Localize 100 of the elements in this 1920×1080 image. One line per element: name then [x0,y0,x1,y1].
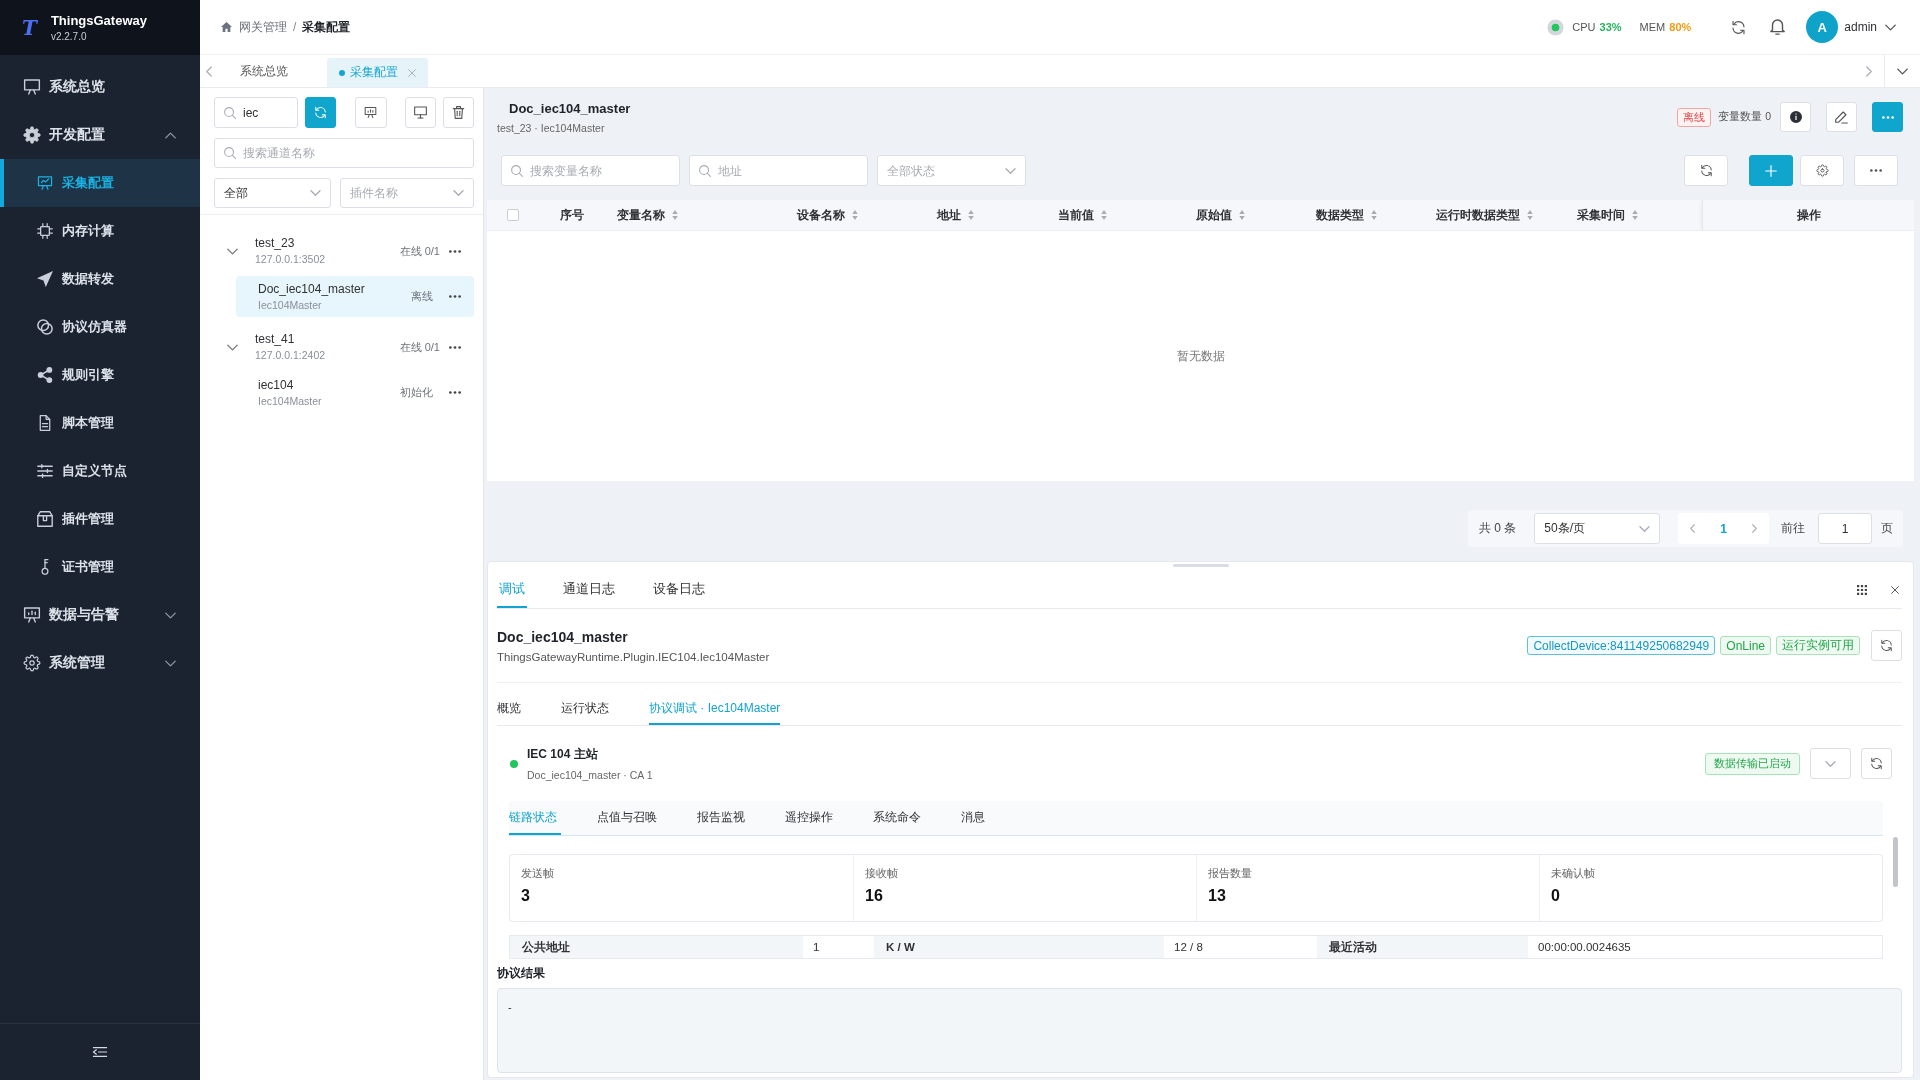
menu-item[interactable]: 数据转发 [0,255,200,303]
chevron-down-icon[interactable] [227,247,238,255]
close-icon[interactable] [1891,586,1899,594]
sort-icon[interactable] [852,210,858,220]
user-name[interactable]: admin [1844,20,1877,34]
search-icon [224,147,236,159]
edit-button[interactable] [1826,102,1857,132]
stat-value: 3 [521,887,530,905]
more-icon[interactable] [449,345,461,349]
result-output: - [497,988,1902,1073]
sort-icon[interactable] [1632,210,1638,220]
delete-button[interactable] [443,97,474,128]
device-name[interactable]: iec104 [258,377,294,392]
sort-icon[interactable] [1527,210,1533,220]
chevron-left-icon[interactable] [1690,524,1696,533]
section-tab[interactable]: 运行状态 [561,693,609,725]
channel-name[interactable]: test_41 [255,332,295,346]
column-header[interactable]: 地址 [925,200,1046,230]
total-count: 共 0 条 [1478,520,1517,537]
column-header[interactable]: 变量名称 [605,200,785,230]
package-icon [37,511,53,527]
chevron-down-icon[interactable] [1897,67,1908,75]
address-search-field[interactable]: 地址 [689,155,868,186]
resize-handle[interactable] [1172,564,1229,567]
monitor-button[interactable] [404,97,437,128]
link-tab[interactable]: 遥控操作 [785,801,837,835]
refresh-icon[interactable] [1731,19,1747,35]
search-icon [511,164,523,177]
column-header[interactable]: 运行时数据类型 [1424,200,1565,230]
chevron-down-icon[interactable] [227,343,238,351]
panel-tab[interactable]: 通道日志 [561,572,617,608]
plugin-select[interactable]: 插件名称 [340,178,474,208]
menu-item[interactable]: 协议仿真器 [0,303,200,351]
sort-icon[interactable] [672,210,678,220]
page-input[interactable]: 1 [1818,513,1872,544]
column-header[interactable]: 采集时间 [1565,200,1702,230]
select-all-checkbox[interactable] [507,209,519,221]
channel-search-field[interactable]: 搜索通道名称 [214,138,474,168]
menu-item[interactable]: 自定义节点 [0,447,200,495]
trash-icon [452,106,466,119]
column-header[interactable]: 原始值 [1184,200,1304,230]
link-tab[interactable]: 系统命令 [873,801,925,835]
more-icon[interactable] [449,295,461,298]
device-plugin: Iec104Master [258,298,322,312]
refresh-button[interactable] [305,97,336,128]
type-select[interactable]: 全部 [214,178,331,208]
search-field[interactable]: iec [214,97,298,128]
app-name: ThingsGateway [50,12,147,28]
panel-tab[interactable]: 设备日志 [651,572,707,608]
empty-message: 暂无数据 [1176,347,1225,365]
link-tab[interactable]: 点值与召唤 [597,801,661,835]
page-size-select[interactable]: 50条/页 [1534,513,1661,544]
refresh-icon [1699,164,1713,177]
column-header[interactable]: 设备名称 [785,200,925,230]
scrollbar[interactable] [1893,837,1898,887]
info-button[interactable] [1780,102,1811,132]
device-status: 离线 [411,289,433,304]
more-icon[interactable] [449,391,461,394]
collapse-menu-icon[interactable] [92,1046,108,1058]
menu-item[interactable]: 规则引擎 [0,351,200,399]
menu-item[interactable]: 数据与告警 [0,591,200,639]
menu-item[interactable]: 插件管理 [0,495,200,543]
menu-item[interactable]: 证书管理 [0,543,200,591]
menu-item[interactable]: 系统管理 [0,639,200,687]
selected-device-row[interactable]: Doc_iec104_master Iec104Master 离线 [236,276,474,317]
board-button[interactable] [354,97,387,128]
section-tab[interactable]: 概览 [497,693,521,725]
device-plugin: Iec104Master [258,394,322,408]
link-tab[interactable]: 报告监视 [697,801,749,835]
sort-icon[interactable] [1371,210,1377,220]
grid-icon[interactable] [1857,585,1867,595]
column-header[interactable]: 数据类型 [1304,200,1424,230]
add-button[interactable] [1749,155,1793,186]
menu-item[interactable]: 脚本管理 [0,399,200,447]
menu-item[interactable]: 系统总览 [0,63,200,111]
more-button[interactable] [1872,102,1903,132]
status-select[interactable]: 全部状态 [877,155,1026,186]
menu-item[interactable]: 内存计算 [0,207,200,255]
chevron-down-icon[interactable] [1885,23,1896,31]
sort-icon[interactable] [968,210,974,220]
menu-item[interactable]: 采集配置 [0,159,200,207]
settings-button[interactable] [1800,155,1844,186]
menu-item[interactable]: 开发配置 [0,111,200,159]
channel-name[interactable]: test_23 [255,236,295,250]
breadcrumb-link[interactable]: 采集配置 [302,18,351,36]
chevron-right-icon[interactable] [1866,65,1872,77]
page-tab[interactable]: 系统总览 [212,55,316,87]
variable-search-field[interactable]: 搜索变量名称 [501,155,680,186]
chevron-right-icon[interactable] [1752,524,1757,533]
sort-icon[interactable] [1101,210,1107,220]
status-dot-icon [1547,18,1565,36]
home-icon[interactable] [221,22,232,32]
device-name[interactable]: Doc_iec104_master [258,281,365,296]
link-tab[interactable]: 消息 [961,801,989,835]
chevron-left-icon[interactable] [206,65,212,77]
sort-icon[interactable] [1239,210,1245,220]
notification-bell-icon[interactable] [1770,19,1786,35]
breadcrumb-link[interactable]: 网关管理 [239,18,287,36]
more-icon[interactable] [449,249,461,253]
column-header[interactable]: 当前值 [1046,200,1184,230]
